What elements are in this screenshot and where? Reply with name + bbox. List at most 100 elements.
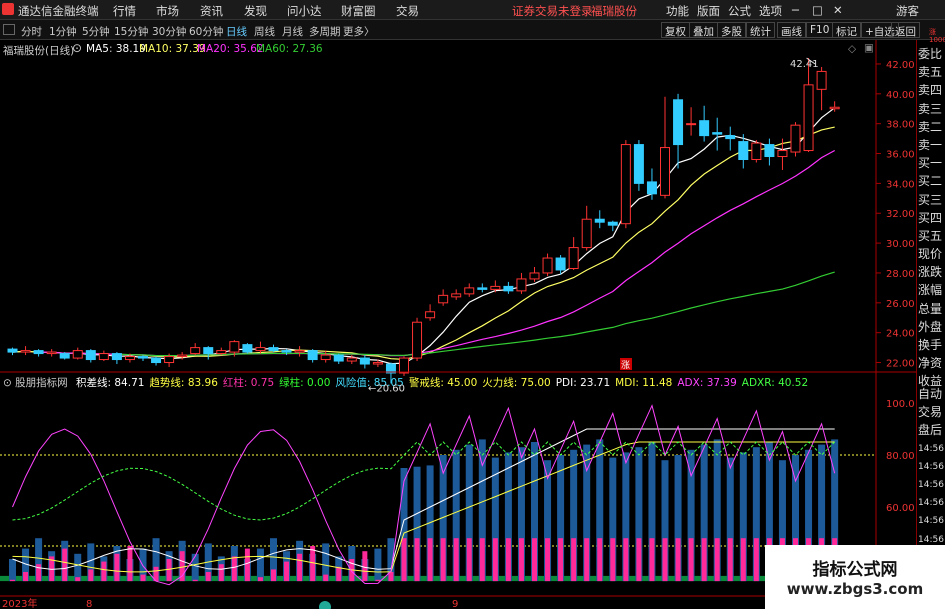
period-daily[interactable]: 日线 [226, 24, 247, 39]
period-weekly[interactable]: 周线 [254, 24, 275, 39]
red-bar [362, 551, 368, 582]
period-toolbar: 分时 1分钟 5分钟 15分钟 30分钟 60分钟 日线 周线 月线 多周期 更… [0, 20, 945, 40]
red-bar [623, 538, 629, 582]
red-bar [518, 538, 524, 582]
period-15min[interactable]: 15分钟 [114, 24, 148, 39]
price-tick-label: 32.00 [886, 209, 915, 220]
date-label: 9 [452, 599, 458, 609]
red-bar [101, 561, 107, 582]
candle-body [7, 348, 18, 353]
restore-icon[interactable]: □ [812, 3, 823, 17]
quote-label: 委比 [918, 47, 943, 61]
back-button[interactable]: 返回 [891, 22, 920, 38]
quote-label: 换手 [918, 338, 943, 352]
red-bar [675, 538, 681, 582]
login-status[interactable]: 证券交易未登录 [512, 3, 593, 19]
trade-label: 14:56 [918, 443, 944, 454]
menu-trade[interactable]: 交易 [396, 3, 419, 19]
adxr-line [12, 441, 836, 521]
menu-wealth[interactable]: 财富圈 [341, 3, 376, 19]
guest-label[interactable]: 游客 [896, 3, 919, 19]
quote-label: 总量 [918, 301, 943, 316]
red-bar [10, 579, 15, 582]
red-bar [323, 574, 329, 582]
scroll-down-icon [319, 601, 331, 609]
candle-body [333, 354, 344, 362]
candle-body [294, 350, 305, 353]
red-bar [688, 538, 694, 582]
red-bar [584, 538, 590, 582]
menu-discover[interactable]: 发现 [244, 3, 267, 19]
period-multi[interactable]: 多周期 [309, 24, 341, 39]
period-1min[interactable]: 1分钟 [49, 24, 77, 39]
candle-body [503, 285, 514, 292]
period-60min[interactable]: 60分钟 [189, 24, 223, 39]
layout-icon[interactable] [3, 24, 15, 35]
red-bar [257, 577, 263, 582]
rise-badge-text: 涨 [621, 360, 630, 371]
red-bar [753, 538, 759, 582]
candle-body [72, 350, 83, 359]
period-5min[interactable]: 5分钟 [82, 24, 110, 39]
candle-body [33, 350, 44, 355]
ma60-line [116, 271, 835, 357]
red-bar [218, 564, 224, 582]
trade-label: 14:56 [918, 479, 944, 490]
candle-body [790, 124, 801, 153]
period-timeshare[interactable]: 分时 [21, 24, 42, 39]
quote-label: 卖二 [918, 119, 943, 134]
mark-button[interactable]: 标记 [832, 22, 861, 38]
menu-formula[interactable]: 公式 [728, 3, 751, 19]
restore-rights-button[interactable]: 复权 [661, 22, 690, 38]
red-bar [492, 538, 498, 582]
candle-body [59, 353, 70, 359]
menu-market[interactable]: 市场 [156, 3, 179, 19]
red-bar [440, 538, 446, 582]
chart-area[interactable]: 42.41 ←20.60 涨 42.00 40.00 38.00 36.00 34.00 32… [0, 40, 945, 609]
candle-body [111, 353, 122, 361]
price-tick-label: 34.00 [886, 179, 915, 190]
candle-body [607, 221, 618, 226]
candle-body [98, 353, 109, 361]
adx-line [12, 404, 836, 586]
candle-body [529, 272, 540, 280]
candle-body [164, 356, 175, 364]
candle-body [399, 357, 409, 374]
close-icon[interactable]: ✕ [833, 3, 843, 17]
rise-label: 涨 1000 [929, 28, 945, 44]
menu-ask[interactable]: 问小达 [287, 3, 322, 19]
menu-options[interactable]: 选项 [759, 3, 782, 19]
menu-function[interactable]: 功能 [666, 3, 689, 19]
draw-line-button[interactable]: 画线 [777, 22, 806, 38]
menu-news[interactable]: 资讯 [200, 3, 223, 19]
risk-bar [9, 559, 16, 582]
price-tick-label: 36.00 [886, 150, 915, 161]
red-bar [310, 546, 316, 582]
red-bar [271, 569, 276, 582]
red-bar [636, 538, 642, 582]
watermark-title: 指标公式网 [812, 560, 898, 580]
period-monthly[interactable]: 月线 [282, 24, 303, 39]
menu-quotes[interactable]: 行情 [113, 3, 136, 19]
app-title: 通达信金融终端 [18, 4, 99, 18]
moving-averages [12, 107, 836, 365]
price-tick-label: 28.00 [886, 269, 915, 280]
red-bar [414, 538, 420, 582]
quote-label: 净资 [918, 356, 943, 371]
f10-button[interactable]: F10 [806, 22, 834, 38]
candle-body [829, 106, 840, 110]
candle-body [516, 278, 527, 292]
candle-body [85, 350, 96, 361]
trade-label: 盘后 [918, 423, 943, 438]
trade-label: 交易 [918, 405, 943, 420]
minimize-icon[interactable]: ─ [792, 3, 799, 17]
multi-stock-button[interactable]: 多股 [717, 22, 746, 38]
period-30min[interactable]: 30分钟 [152, 24, 186, 39]
candle-body [281, 350, 292, 353]
period-more[interactable]: 更多〉 [343, 24, 375, 39]
candle-body [686, 123, 697, 126]
statistics-button[interactable]: 统计 [746, 22, 775, 38]
red-bar [479, 538, 485, 582]
menu-layout[interactable]: 版面 [697, 3, 720, 19]
overlay-button[interactable]: 叠加 [689, 22, 718, 38]
